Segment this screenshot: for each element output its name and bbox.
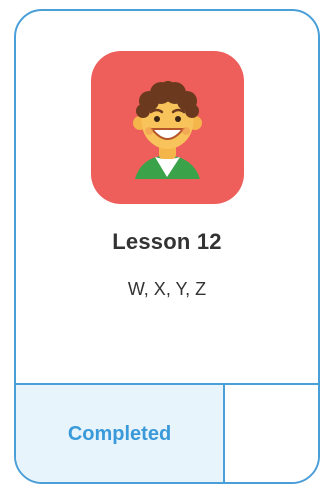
smiling-boy-avatar-icon bbox=[133, 81, 202, 179]
avatar bbox=[91, 51, 244, 204]
status-label: Completed bbox=[67, 423, 172, 445]
lesson-card[interactable]: Lesson 12 W, X, Y, Z Completed bbox=[14, 9, 320, 484]
lesson-title: Lesson 12 bbox=[112, 229, 222, 254]
lesson-footer: Completed bbox=[16, 383, 318, 482]
footer-empty-cell bbox=[225, 385, 318, 482]
lesson-letters: W, X, Y, Z bbox=[127, 279, 207, 299]
completed-status-button[interactable]: Completed bbox=[16, 385, 225, 482]
